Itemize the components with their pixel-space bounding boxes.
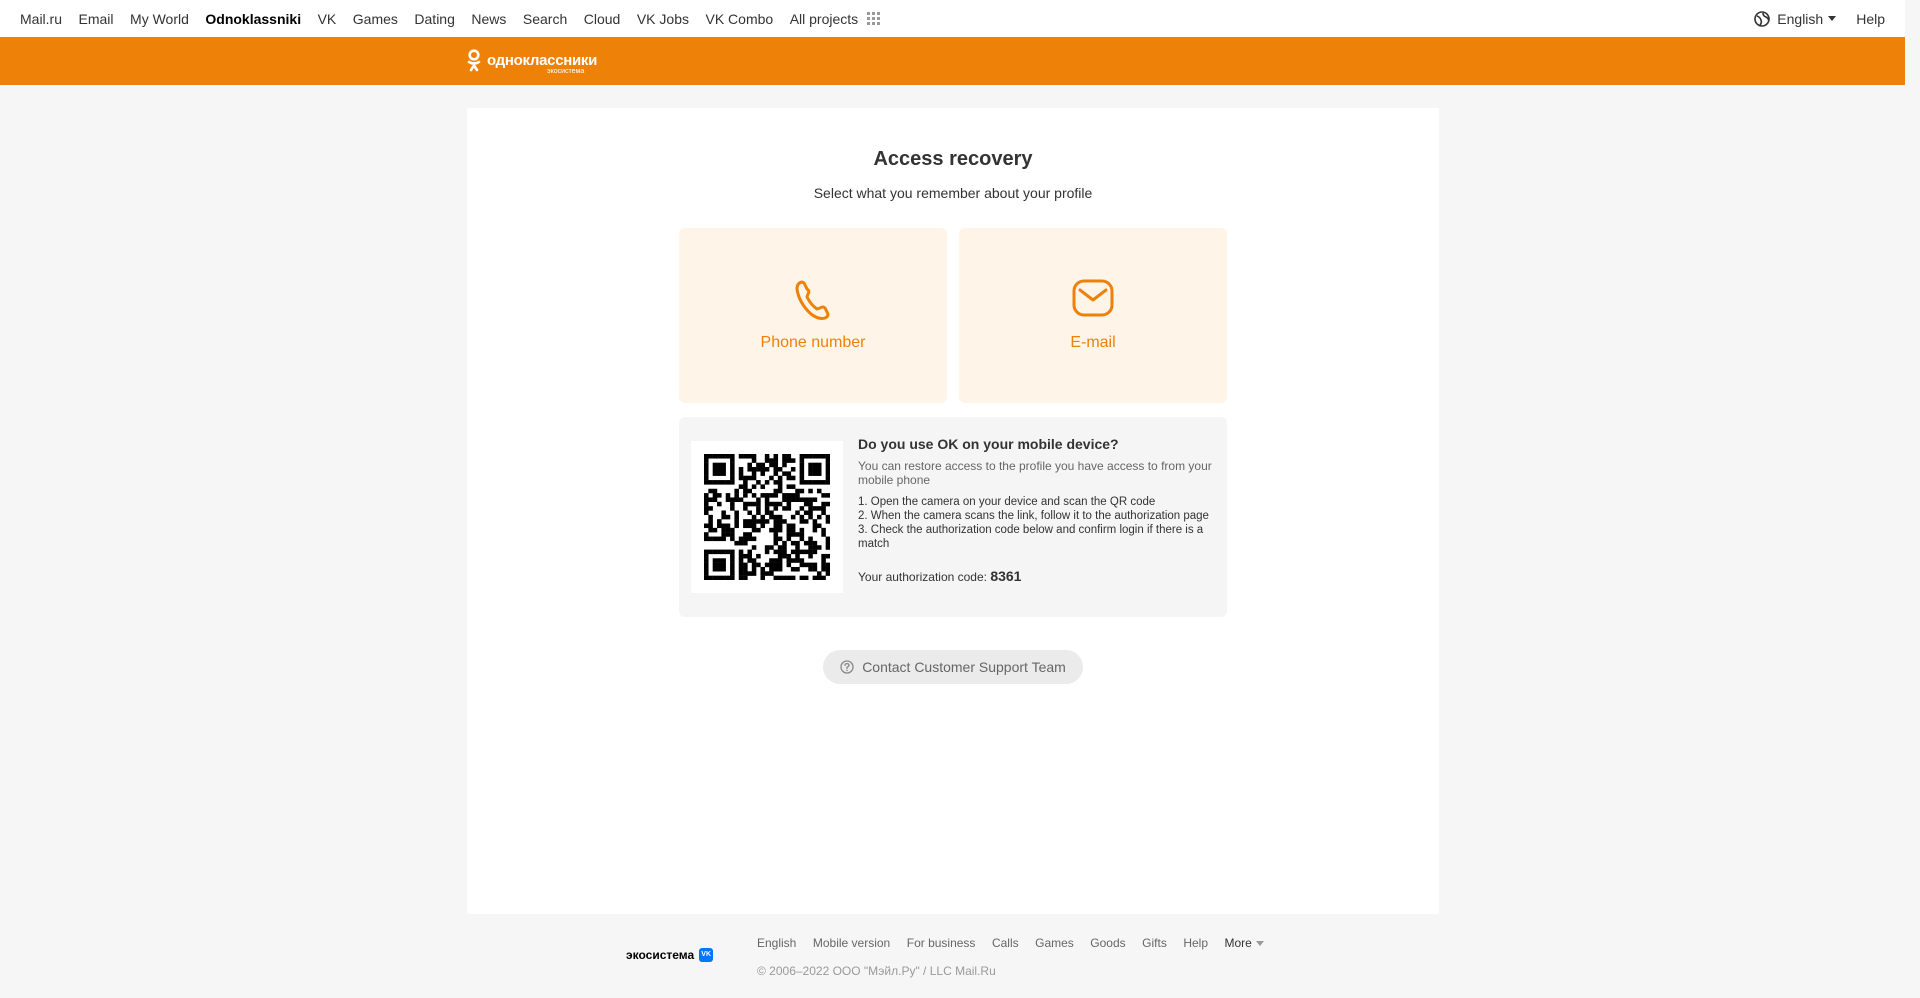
footer-link-goods[interactable]: Goods <box>1090 936 1125 950</box>
portal-link-mailru[interactable]: Mail.ru <box>20 11 62 27</box>
authorization-code-line: Your authorization code: 8361 <box>858 568 1213 584</box>
authorization-code-value: 8361 <box>990 568 1022 584</box>
qr-code-container <box>691 441 843 593</box>
footer: экосистема VK English Mobile version For… <box>0 914 1905 998</box>
portal-link-news[interactable]: News <box>471 11 506 27</box>
apps-grid-icon[interactable] <box>866 12 880 25</box>
phone-number-label: Phone number <box>760 334 866 351</box>
ok-logo-icon <box>467 49 481 72</box>
footer-link-games[interactable]: Games <box>1035 936 1074 950</box>
footer-link-gifts[interactable]: Gifts <box>1142 936 1167 950</box>
authorization-code-label: Your authorization code: <box>858 570 987 584</box>
qr-steps: 1. Open the camera on your device and sc… <box>858 495 1213 551</box>
portal-right: English Help <box>1754 0 1885 37</box>
email-option[interactable]: E-mail <box>959 228 1227 403</box>
page-title: Access recovery <box>873 148 1033 170</box>
footer-links: English Mobile version For business Call… <box>757 936 1264 950</box>
portal-link-dating[interactable]: Dating <box>414 11 454 27</box>
portal-bar: Mail.ru Email My World Odnoklassniki VK … <box>0 0 1905 37</box>
footer-link-calls[interactable]: Calls <box>992 936 1019 950</box>
qr-instructions: Do you use OK on your mobile device? You… <box>858 436 1213 584</box>
qr-step: 3. Check the authorization code below an… <box>858 524 1204 550</box>
footer-more-label: More <box>1224 936 1252 950</box>
portal-link-all-projects[interactable]: All projects <box>790 11 858 27</box>
chevron-down-icon <box>1255 940 1264 946</box>
contact-support-button[interactable]: Contact Customer Support Team <box>823 650 1083 684</box>
portal-link-search[interactable]: Search <box>523 11 567 27</box>
portal-link-cloud[interactable]: Cloud <box>584 11 621 27</box>
page-subtitle: Select what you remember about your prof… <box>813 185 1093 201</box>
qr-step: 2. When the camera scans the link, follo… <box>858 510 1209 522</box>
ecosystem-label: экосистема <box>626 948 695 962</box>
portal-link-email[interactable]: Email <box>79 11 114 27</box>
ok-logo-subtext: экосистема <box>547 68 585 75</box>
vk-logo-icon: VK <box>699 948 714 962</box>
portal-link-odnoklassniki[interactable]: Odnoklassniki <box>205 11 301 27</box>
footer-link-help[interactable]: Help <box>1183 936 1208 950</box>
globe-icon <box>1754 10 1771 27</box>
contact-support-label: Contact Customer Support Team <box>862 659 1066 675</box>
portal-link-games[interactable]: Games <box>353 11 398 27</box>
chevron-down-icon <box>1828 16 1837 21</box>
footer-link-for-business[interactable]: For business <box>907 936 976 950</box>
portal-help-link[interactable]: Help <box>1856 11 1885 27</box>
portal-link-vk-jobs[interactable]: VK Jobs <box>637 11 689 27</box>
qr-title: Do you use OK on your mobile device? <box>858 436 1119 452</box>
portal-link-vk-combo[interactable]: VK Combo <box>705 11 773 27</box>
phone-icon <box>795 280 830 320</box>
ecosystem-logo[interactable]: экосистема VK <box>626 948 714 962</box>
phone-number-option[interactable]: Phone number <box>679 228 947 403</box>
footer-link-english[interactable]: English <box>757 936 796 950</box>
mail-icon <box>1072 279 1114 317</box>
mobile-qr-section: Do you use OK on your mobile device? You… <box>679 417 1227 617</box>
footer-link-mobile-version[interactable]: Mobile version <box>813 936 890 950</box>
qr-code-icon <box>704 454 830 580</box>
portal-link-vk[interactable]: VK <box>318 11 337 27</box>
language-label: English <box>1777 10 1824 27</box>
email-label: E-mail <box>1070 334 1116 351</box>
recovery-card: Access recovery Select what you remember… <box>467 108 1439 914</box>
copyright: © 2006–2022 ООО "Мэйл.Ру" / LLC Mail.Ru <box>757 964 996 978</box>
qr-step: 1. Open the camera on your device and sc… <box>858 496 1156 508</box>
language-selector[interactable]: English <box>1754 10 1837 27</box>
footer-more-dropdown[interactable]: More <box>1225 936 1264 950</box>
ok-logo-text: одноклассники <box>487 52 598 69</box>
portal-links: Mail.ru Email My World Odnoklassniki VK … <box>20 11 880 27</box>
question-circle-icon <box>840 660 854 674</box>
ok-logo[interactable]: одноклассники экосистема <box>467 49 598 75</box>
portal-link-my-world[interactable]: My World <box>130 11 189 27</box>
ok-header: одноклассники экосистема <box>0 37 1905 85</box>
qr-description: You can restore access to the profile yo… <box>858 459 1212 487</box>
